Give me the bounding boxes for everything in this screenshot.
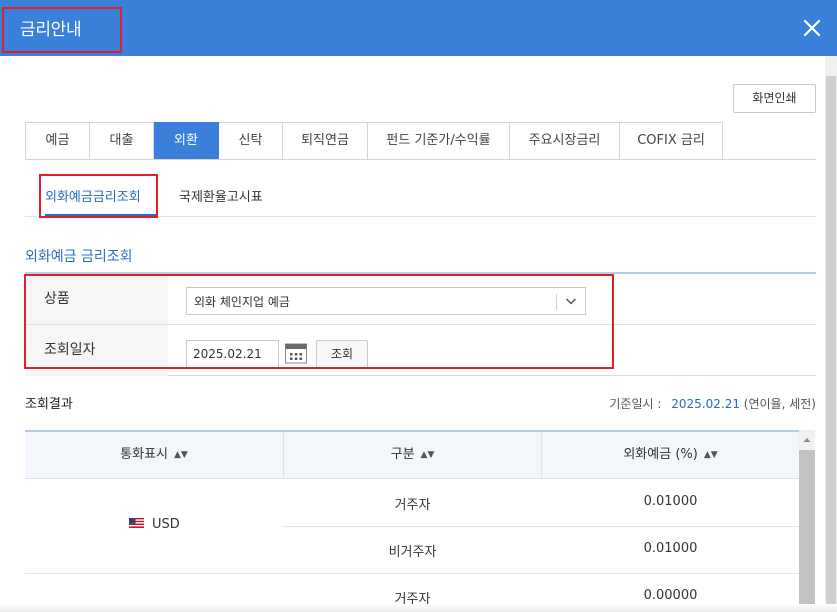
close-icon[interactable]: [801, 17, 823, 39]
tab-pension[interactable]: 퇴직연금: [283, 122, 368, 160]
base-date-note: (연이율, 세전): [743, 397, 816, 411]
tab-cofix[interactable]: COFIX 금리: [620, 122, 723, 160]
table-header: 통화표시 ▲▼ 구분 ▲▼ 외화예금 (%) ▲▼: [25, 430, 799, 479]
currency-cell: USD: [152, 517, 180, 532]
sort-icon[interactable]: ▲▼: [704, 432, 718, 478]
tab-loan[interactable]: 대출: [90, 122, 154, 160]
tabs-divider: [25, 159, 816, 160]
tab-market-rate[interactable]: 주요시장금리: [510, 122, 620, 160]
tab-fund[interactable]: 펀드 기준가/수익률: [368, 122, 510, 160]
table-scrollbar[interactable]: [799, 430, 815, 610]
header-type[interactable]: 구분 ▲▼: [284, 432, 541, 479]
header-type-label: 구분: [390, 447, 415, 462]
title-highlight-box: [2, 7, 122, 53]
scroll-up-arrow-icon[interactable]: [802, 434, 812, 444]
form-highlight-box: [24, 274, 614, 369]
window-bottom-shadow: [0, 604, 837, 612]
type-cell: 거주자: [394, 498, 431, 513]
subtab-exchange-rate[interactable]: 국제환율고시표: [179, 186, 263, 205]
tab-forex[interactable]: 외환: [154, 122, 219, 160]
rate-cell: 0.01000: [643, 541, 698, 556]
rate-cell: 0.01000: [643, 494, 698, 509]
section-title: 외화예금 금리조회: [25, 249, 133, 265]
outer-scrollbar[interactable]: [825, 56, 837, 612]
subtab-highlight-box: [39, 174, 158, 218]
us-flag-icon: [129, 518, 144, 528]
base-date-label: 기준일시 :: [609, 397, 662, 411]
result-title: 조회결과: [25, 397, 73, 412]
rate-cell: 0.00000: [643, 588, 698, 603]
rate-table: 통화표시 ▲▼ 구분 ▲▼ 외화예금 (%) ▲▼ USD 거주자 0.01000 비…: [25, 430, 799, 610]
base-date-value: 2025.02.21: [671, 397, 740, 411]
tab-deposit[interactable]: 예금: [25, 122, 90, 160]
base-date-info: 기준일시 : 2025.02.21 (연이율, 세전): [609, 395, 816, 412]
table-scroll-thumb[interactable]: [799, 450, 815, 610]
header-rate-label: 외화예금 (%): [623, 447, 698, 462]
header-currency[interactable]: 통화표시 ▲▼: [25, 432, 283, 479]
row-divider: [25, 573, 799, 574]
main-tabs: 예금 대출 외환 신탁 퇴직연금 펀드 기준가/수익률 주요시장금리 COFIX…: [25, 122, 723, 160]
row-divider: [283, 526, 799, 527]
dialog-titlebar: 금리안내: [0, 0, 837, 56]
header-rate[interactable]: 외화예금 (%) ▲▼: [542, 432, 799, 479]
type-cell: 비거주자: [388, 545, 437, 560]
sort-icon[interactable]: ▲▼: [421, 432, 435, 478]
sort-icon[interactable]: ▲▼: [174, 432, 188, 478]
tab-trust[interactable]: 신탁: [219, 122, 283, 160]
outer-scroll-thumb[interactable]: [826, 76, 836, 606]
header-currency-label: 통화표시: [120, 447, 168, 462]
print-button[interactable]: 화면인쇄: [733, 84, 816, 113]
